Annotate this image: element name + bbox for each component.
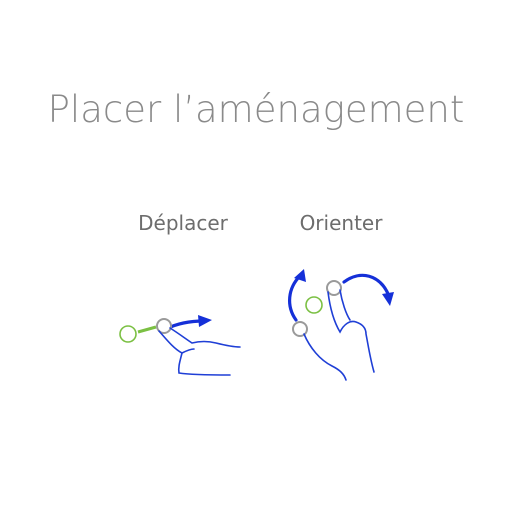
gesture-label-move: Déplacer (138, 211, 228, 235)
touch-point-thumb (292, 321, 308, 337)
arrow-head-right (382, 292, 394, 306)
rotate-gesture-icon (288, 269, 394, 381)
pivot-circle (305, 296, 323, 314)
rotate-arrow-left (288, 274, 302, 322)
hand-outline (303, 289, 375, 381)
target-circle (119, 325, 137, 343)
drag-gesture-icon (119, 315, 241, 376)
hand-outline (158, 327, 241, 376)
gesture-label-rotate: Orienter (299, 211, 383, 235)
drag-trail (137, 325, 157, 334)
rotate-arrow-right (342, 273, 391, 298)
page-title: Placer l’aménagement (47, 88, 465, 131)
touch-point-finger (326, 280, 342, 296)
arrow-head (198, 315, 212, 327)
tutorial-screen: Placer l’aménagement Déplacer Orienter (0, 0, 512, 512)
